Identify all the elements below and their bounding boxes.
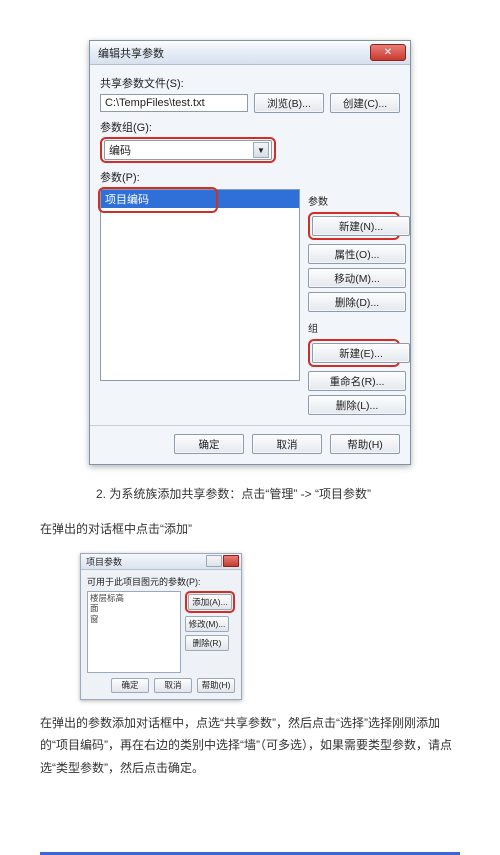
highlight-ring-add: 添加(A)... [185, 591, 235, 613]
params-label: 参数(P): [100, 169, 400, 185]
help-button[interactable]: 帮助(H) [330, 434, 400, 454]
group-label: 参数组(G): [100, 119, 400, 135]
dialog-titlebar: 编辑共享参数 ✕ [90, 41, 410, 65]
file-path-input[interactable]: C:\TempFiles\test.txt [100, 94, 248, 112]
create-button[interactable]: 创建(C)... [330, 93, 400, 113]
dialog-footer: 确定 取消 帮助(H) [90, 425, 410, 464]
list-item[interactable]: 窗 [90, 614, 178, 625]
delete-param-button[interactable]: 删除(D)... [308, 292, 406, 312]
right-button-column: 参数 新建(N)... 属性(O)... 移动(M)... 删除(D)... 组… [308, 189, 400, 415]
browse-button[interactable]: 浏览(B)... [254, 93, 324, 113]
highlight-ring-group: 编码 ▼ [100, 137, 276, 163]
section-label-param: 参数 [308, 193, 400, 208]
cancel-button[interactable]: 取消 [154, 678, 192, 693]
dialog2-list-label: 可用于此项目图元的参数(P): [87, 577, 201, 587]
move-button[interactable]: 移动(M)... [308, 268, 406, 288]
remove-button[interactable]: 删除(R) [185, 635, 229, 651]
cancel-button[interactable]: 取消 [252, 434, 322, 454]
chevron-down-icon[interactable]: ▼ [253, 142, 269, 158]
rename-button[interactable]: 重命名(R)... [308, 371, 406, 391]
highlight-ring-newgroup: 新建(E)... [308, 339, 400, 367]
window-controls [206, 555, 239, 567]
step-2-text: 2. 为系统族添加共享参数：点击“管理” -> “项目参数” [40, 483, 460, 506]
file-label: 共享参数文件(S): [100, 75, 400, 91]
list-item[interactable]: 楼层标高 [90, 593, 178, 604]
ok-button[interactable]: 确定 [174, 434, 244, 454]
add-button[interactable]: 添加(A)... [188, 594, 232, 610]
properties-button[interactable]: 属性(O)... [308, 244, 406, 264]
new-group-button[interactable]: 新建(E)... [312, 343, 410, 363]
dialog2-titlebar: 项目参数 [81, 554, 241, 570]
close-icon[interactable]: ✕ [370, 44, 406, 61]
edit-shared-params-dialog: 编辑共享参数 ✕ 共享参数文件(S): C:\TempFiles\test.tx… [89, 40, 411, 465]
help-button[interactable]: 帮助(H) [197, 678, 235, 693]
section-label-group: 组 [308, 320, 400, 335]
highlight-ring-newparam: 新建(N)... [308, 212, 400, 240]
params-listbox[interactable]: 项目编码 [100, 189, 300, 381]
selected-param[interactable]: 项目编码 [101, 190, 299, 208]
project-params-dialog: 项目参数 可用于此项目图元的参数(P): 楼层标高 面 窗 添加(A)... 修… [80, 553, 242, 700]
final-instruction-text: 在弹出的参数添加对话框中，点选“共享参数”，然后点击“选择”选择刚刚添加的“项目… [40, 712, 460, 780]
ok-button[interactable]: 确定 [111, 678, 149, 693]
list-item[interactable]: 面 [90, 603, 178, 614]
group-dropdown-value: 编码 [109, 142, 131, 158]
modify-button[interactable]: 修改(M)... [185, 616, 229, 632]
dialog2-listbox[interactable]: 楼层标高 面 窗 [87, 591, 181, 673]
new-param-button[interactable]: 新建(N)... [312, 216, 410, 236]
close-icon[interactable] [223, 555, 239, 567]
delete-group-button[interactable]: 删除(L)... [308, 395, 406, 415]
popup-instruction-text: 在弹出的对话框中点击“添加” [40, 518, 460, 541]
group-dropdown[interactable]: 编码 ▼ [104, 140, 272, 160]
dialog-title: 编辑共享参数 [98, 45, 164, 61]
dialog2-title: 项目参数 [86, 555, 122, 568]
help-icon[interactable] [206, 555, 222, 567]
